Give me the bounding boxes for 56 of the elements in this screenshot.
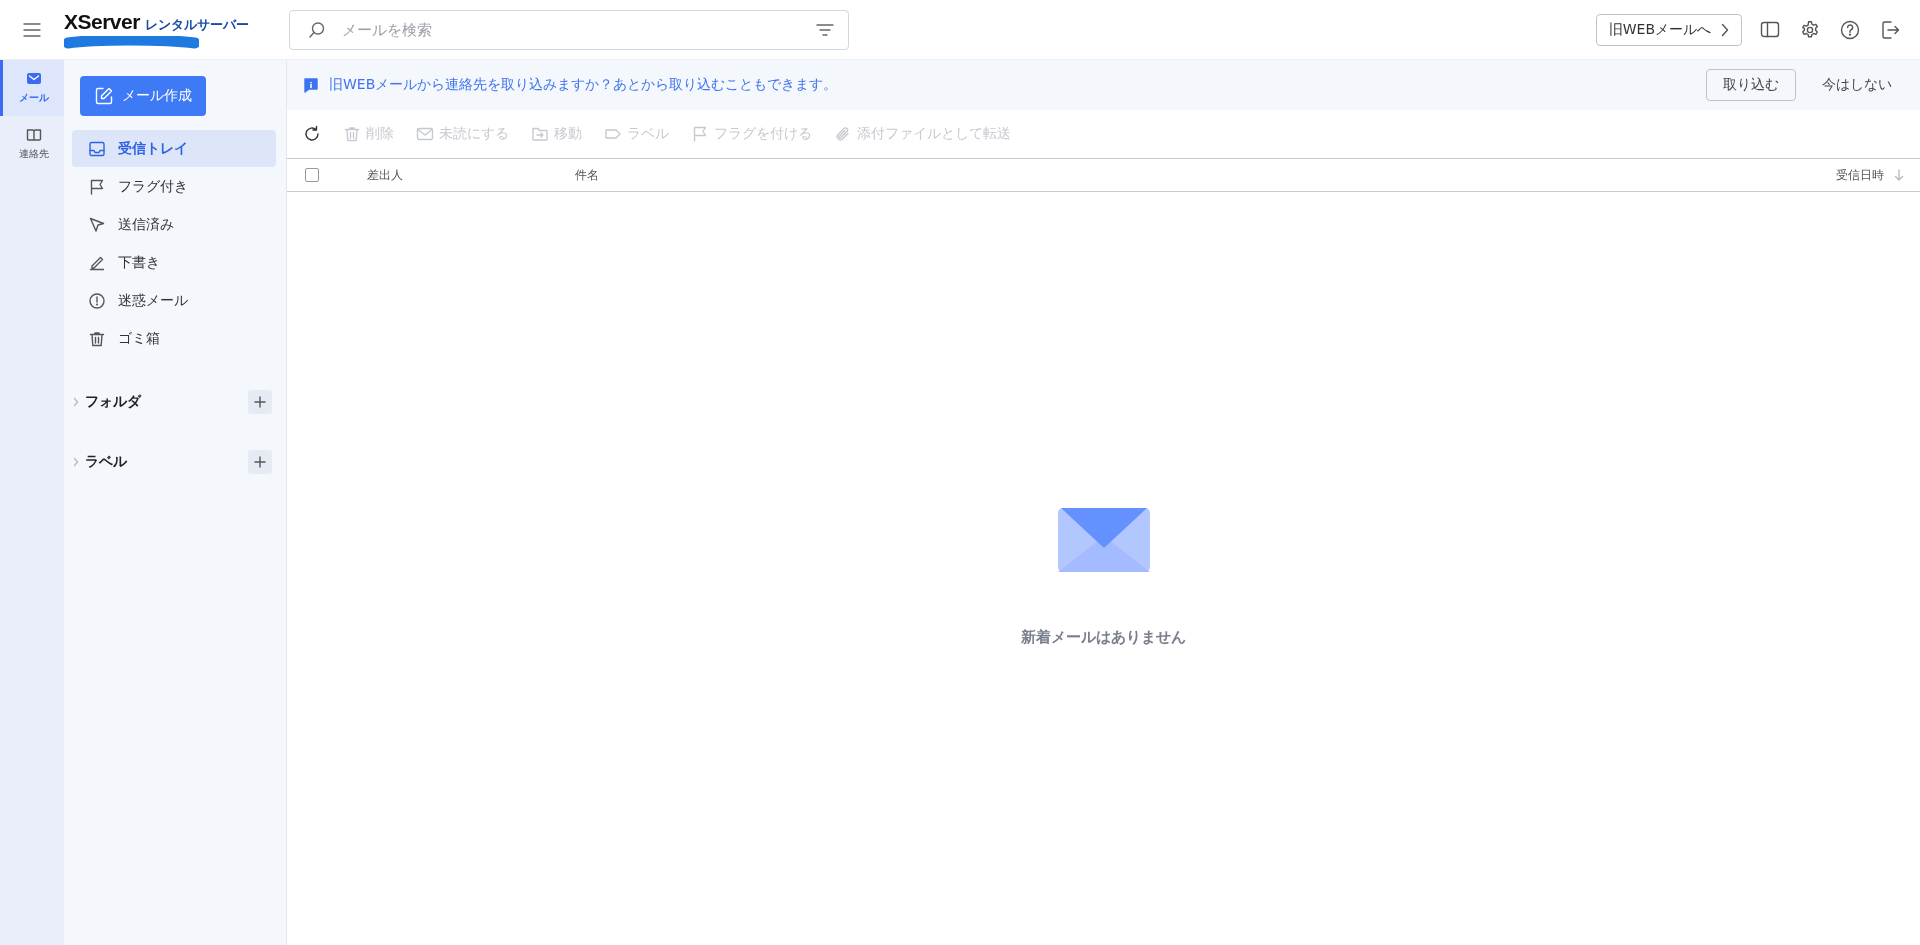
filter-icon — [816, 22, 834, 37]
add-button[interactable] — [248, 390, 272, 414]
plus-icon — [254, 456, 266, 468]
chevron-right-icon — [72, 457, 80, 467]
settings-icon — [1800, 19, 1820, 40]
import-button[interactable]: 取り込む — [1706, 69, 1796, 101]
folder-item[interactable]: 受信トレイ — [72, 130, 276, 167]
search-input[interactable]: メールを検索 — [340, 19, 802, 40]
refresh-icon — [303, 125, 321, 143]
logo-subtitle: レンタルサーバー — [144, 15, 249, 34]
folder-item[interactable]: 送信済み — [72, 206, 276, 243]
refresh-button[interactable] — [303, 125, 321, 143]
folder-item[interactable]: ゴミ箱 — [72, 320, 276, 357]
add-button[interactable] — [248, 450, 272, 474]
search-field[interactable]: メールを検索 — [289, 9, 849, 50]
search-icon — [308, 20, 326, 39]
warning-circle-icon — [88, 291, 106, 310]
move-folder-icon — [531, 125, 549, 143]
flag-icon — [691, 125, 709, 143]
column-header[interactable]: 受信日時 — [1836, 166, 1904, 184]
chevron-right-icon — [72, 397, 80, 407]
empty-message: 新着メールはありません — [1021, 628, 1186, 647]
rail-tab[interactable]: 連絡先 — [0, 116, 64, 172]
folder-item[interactable]: 迷惑メール — [72, 282, 276, 319]
panel-layout-icon — [1760, 19, 1780, 40]
old-webmail-button[interactable]: 旧WEBメールへ — [1595, 13, 1742, 46]
flag-icon — [88, 177, 106, 196]
section-toggle[interactable]: ラベル — [72, 453, 127, 471]
chevron-right-icon — [1721, 22, 1729, 37]
section-toggle[interactable]: フォルダ — [72, 393, 141, 411]
menu-icon — [23, 22, 41, 37]
envelope-icon — [416, 125, 434, 143]
select-all-checkbox[interactable] — [305, 168, 319, 182]
mail-icon — [25, 71, 42, 87]
folder-item[interactable]: 下書き — [72, 244, 276, 281]
banner-message: 旧WEBメールから連絡先を取り込みますか？あとから取り込むこともできます。 — [329, 76, 838, 94]
compose-button[interactable]: メール作成 — [80, 76, 206, 116]
inbox-icon — [88, 139, 106, 158]
logout-icon — [1880, 19, 1900, 40]
help-icon — [1840, 19, 1860, 40]
book-icon — [25, 127, 42, 143]
filter-button[interactable] — [816, 22, 834, 37]
column-header: 件名 — [575, 166, 600, 184]
sort-down-arrow-icon — [1894, 169, 1904, 181]
column-header: 差出人 — [367, 166, 404, 184]
trash-icon — [88, 329, 106, 348]
paperclip-icon — [834, 125, 852, 143]
dismiss-button[interactable]: 今はしない — [1806, 76, 1904, 94]
edit-icon — [94, 86, 114, 106]
folder-item[interactable]: フラグ付き — [72, 168, 276, 205]
send-arrow-icon — [88, 215, 106, 234]
trash-icon — [343, 125, 361, 143]
info-icon — [303, 77, 319, 93]
logo: XServer — [64, 9, 140, 34]
plus-icon — [254, 396, 266, 408]
rail-tab[interactable]: メール — [0, 60, 64, 116]
